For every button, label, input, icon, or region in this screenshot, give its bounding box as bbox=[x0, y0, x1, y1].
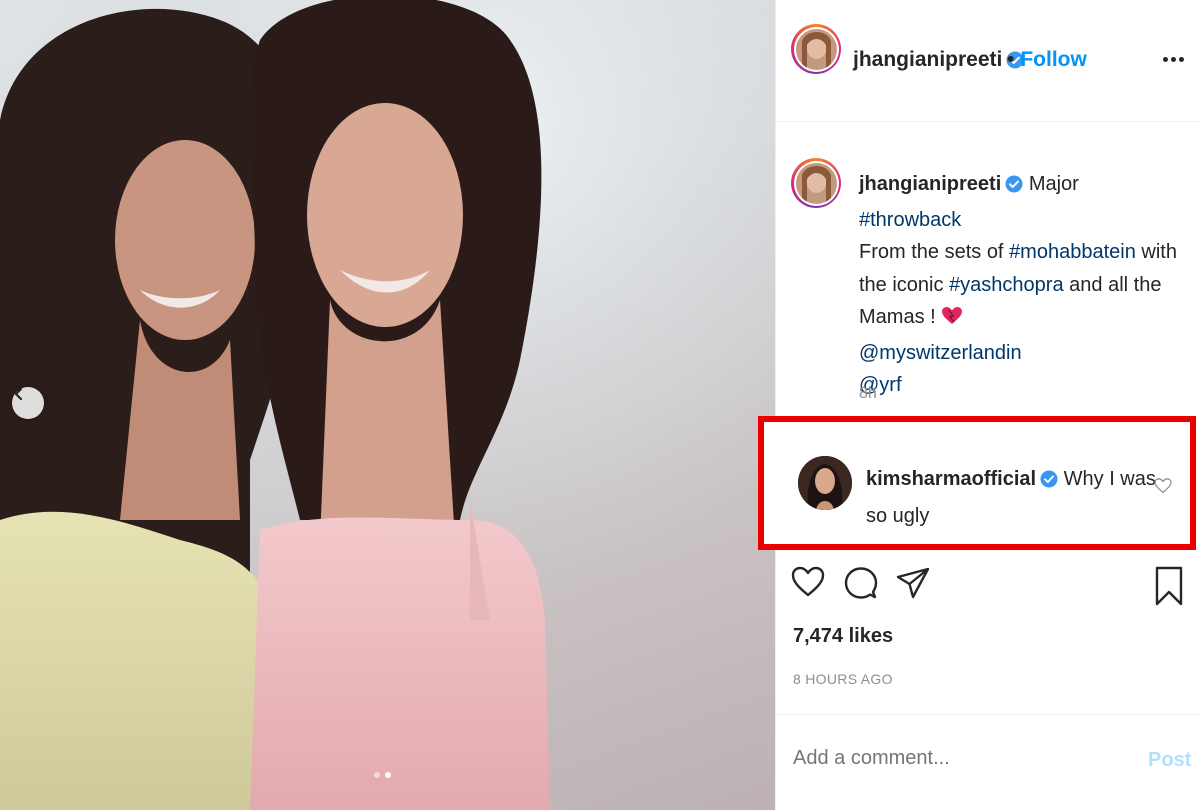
caption-timestamp[interactable]: 8h bbox=[859, 385, 877, 403]
post-photo[interactable] bbox=[0, 0, 775, 810]
post-timestamp[interactable]: 8 HOURS AGO bbox=[793, 671, 893, 687]
carousel-dot bbox=[374, 772, 380, 778]
add-comment-input[interactable] bbox=[793, 747, 1093, 770]
comment-icon[interactable] bbox=[844, 566, 878, 605]
commenter-username[interactable]: kimsharmaofficial bbox=[866, 468, 1036, 490]
verified-badge-icon bbox=[1005, 171, 1023, 204]
highlighted-comment: kimsharmaofficial Why I was so ugly bbox=[758, 416, 1196, 550]
follow-separator: • bbox=[1007, 48, 1015, 71]
mention-myswitzerlandin[interactable]: @myswitzerlandin bbox=[859, 342, 1022, 364]
more-options-icon[interactable] bbox=[1160, 48, 1186, 70]
bookmark-icon[interactable] bbox=[1154, 566, 1184, 611]
photo-illustration bbox=[0, 0, 775, 810]
author-username[interactable]: jhangianipreeti bbox=[853, 48, 1024, 75]
add-comment-bar: Post bbox=[776, 714, 1200, 810]
carousel-indicator bbox=[374, 772, 391, 778]
caption-part: Major bbox=[1028, 173, 1079, 195]
red-heart-icon bbox=[941, 304, 963, 337]
caption-part: From the sets of bbox=[859, 241, 1010, 263]
follow-area: • Follow bbox=[1007, 48, 1087, 72]
caption-avatar-image bbox=[795, 162, 837, 204]
caption-username[interactable]: jhangianipreeti bbox=[859, 173, 1001, 195]
comment-heart-icon[interactable] bbox=[1154, 478, 1172, 499]
post-header: jhangianipreeti • Follow bbox=[776, 0, 1200, 122]
carousel-prev-button[interactable] bbox=[12, 387, 44, 419]
caption-text: jhangianipreeti Major #throwback From th… bbox=[859, 168, 1179, 402]
hashtag-throwback[interactable]: #throwback bbox=[859, 209, 961, 231]
author-avatar-image bbox=[795, 28, 837, 70]
verified-badge-icon bbox=[1040, 465, 1058, 499]
share-icon[interactable] bbox=[896, 566, 930, 605]
author-avatar[interactable] bbox=[791, 24, 841, 74]
follow-button[interactable]: Follow bbox=[1020, 48, 1087, 71]
heart-icon[interactable] bbox=[791, 566, 825, 603]
post-details-panel: jhangianipreeti • Follow jhangianipreeti … bbox=[758, 0, 1200, 810]
commenter-avatar[interactable] bbox=[798, 456, 852, 510]
commenter-avatar-image bbox=[798, 456, 852, 510]
post-actions bbox=[776, 560, 1200, 610]
post-comment-button[interactable]: Post bbox=[1148, 749, 1191, 772]
carousel-dot-active bbox=[385, 772, 391, 778]
caption-avatar[interactable] bbox=[791, 158, 841, 208]
hashtag-yashchopra[interactable]: #yashchopra bbox=[949, 274, 1064, 296]
like-count[interactable]: 7,474 likes bbox=[793, 625, 893, 648]
comment-text: kimsharmaofficial Why I was so ugly bbox=[866, 462, 1156, 533]
hashtag-mohabbatein[interactable]: #mohabbatein bbox=[1009, 241, 1136, 263]
